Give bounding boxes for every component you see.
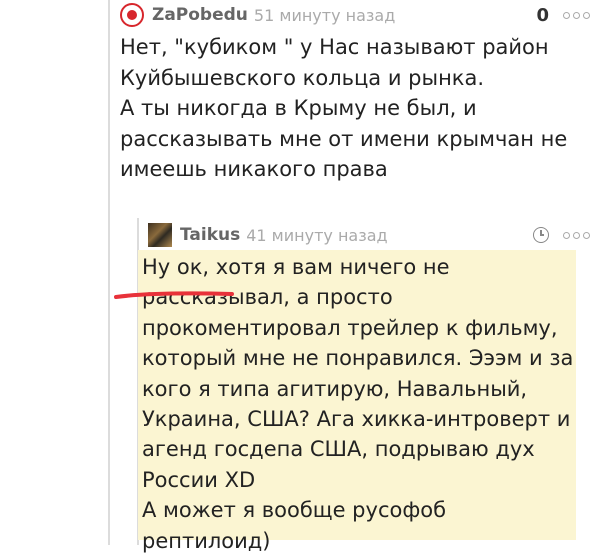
reply-header: Taikus 41 минуту назад — [148, 220, 600, 250]
reply-time[interactable]: 41 минуту назад — [246, 226, 387, 245]
more-options-icon[interactable] — [563, 231, 590, 239]
comment-line: рассказывать мне от имени крымчан не — [120, 126, 568, 151]
comment-header: ZaPobedu 51 минуту назад 0 — [120, 0, 600, 30]
reply-line: который мне не понравился. Эээм и за — [142, 346, 574, 371]
comment-line: Нет, "кубиком " у Нас называют район — [120, 35, 549, 59]
thread-line — [108, 0, 110, 545]
comment-line: имеешь никакого права — [120, 157, 388, 181]
comment-time[interactable]: 51 минуту назад — [254, 6, 395, 25]
comment-rating: 0 — [536, 4, 549, 26]
comment-line: А ты никогда в Крыму не был, и — [120, 96, 477, 120]
red-underline-annotation — [114, 291, 234, 299]
more-options-icon[interactable] — [563, 11, 590, 19]
comment-line: Куйбышевского кольца и рынка. — [120, 65, 485, 90]
reply-comment: Taikus 41 минуту назад — [148, 220, 600, 250]
reply-line: Ну ок, хотя я вам ничего не — [142, 255, 450, 279]
clock-icon[interactable] — [533, 227, 549, 243]
reply-line: агенд госдепа США, подрываю дух — [142, 437, 535, 462]
comment-body: Нет, "кубиком " у Нас называют район Куй… — [120, 32, 590, 185]
reply-line: России XD — [142, 467, 256, 492]
reply-line: прокоментировал трейлер к фильму, — [142, 315, 558, 340]
avatar[interactable] — [148, 223, 172, 247]
reply-line: А может я вообще русофоб рептилоид) — [142, 498, 447, 553]
reply-line: кого я типа агитирую, Навальный, — [142, 376, 528, 401]
avatar[interactable] — [120, 3, 144, 27]
comment-author[interactable]: ZaPobedu — [152, 5, 248, 25]
reply-line: Украина, США? Ага хикка-интроверт и — [142, 407, 571, 432]
comment: ZaPobedu 51 минуту назад 0 Нет, "кубиком… — [120, 0, 600, 185]
reply-author[interactable]: Taikus — [180, 225, 240, 245]
